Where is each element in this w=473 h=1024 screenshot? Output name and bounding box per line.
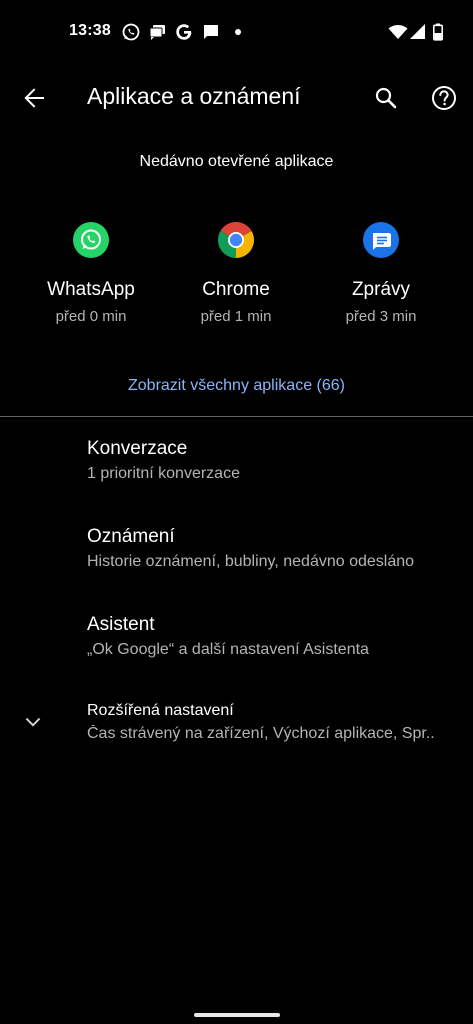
settings-item-notifications[interactable]: Oznámení Historie oznámení, bubliny, ned… (0, 512, 473, 596)
app-name: Zprávy (351, 279, 411, 300)
app-last-used: před 1 min (200, 308, 272, 325)
back-button[interactable] (14, 78, 54, 118)
battery-icon (428, 22, 448, 42)
arrow-back-icon (14, 78, 54, 118)
settings-item-conversations[interactable]: Konverzace 1 prioritní konverzace (0, 424, 473, 508)
help-button[interactable] (424, 78, 464, 118)
recent-app-whatsapp[interactable]: WhatsApp před 0 min (21, 222, 161, 325)
dot-icon (228, 22, 248, 42)
chat-notification-icon (201, 22, 221, 42)
app-name: Chrome (202, 279, 270, 300)
wifi-icon (388, 22, 408, 42)
chrome-icon (218, 222, 254, 258)
settings-item-subtitle: 1 prioritní konverzace (87, 465, 240, 482)
status-bar: 13:38 (0, 0, 473, 66)
recent-app-chrome[interactable]: Chrome před 1 min (166, 222, 306, 325)
settings-item-subtitle: Historie oznámení, bubliny, nedávno odes… (87, 553, 415, 570)
whatsapp-icon (73, 222, 109, 258)
settings-item-title: Rozšířená nastavení (87, 702, 234, 719)
help-icon (424, 78, 464, 118)
app-name: WhatsApp (47, 279, 135, 300)
settings-item-subtitle: „Ok Google“ a další nastavení Asistenta (87, 641, 369, 658)
messages-notification-icon (148, 22, 168, 42)
search-button[interactable] (366, 78, 406, 118)
settings-item-title: Oznámení (87, 526, 175, 547)
settings-item-assistant[interactable]: Asistent „Ok Google“ a další nastavení A… (0, 600, 473, 684)
section-divider (0, 416, 473, 417)
recent-apps-header: Nedávno otevřené aplikace (139, 153, 334, 170)
search-icon (366, 78, 406, 118)
page-title: Aplikace a oznámení (87, 83, 301, 109)
signal-icon (408, 22, 428, 42)
settings-item-title: Konverzace (87, 438, 188, 459)
google-notification-icon (174, 22, 194, 42)
gesture-navigation-handle[interactable] (194, 1013, 280, 1017)
whatsapp-notification-icon (121, 22, 141, 42)
chevron-down-icon (21, 710, 45, 734)
app-last-used: před 0 min (55, 308, 127, 325)
see-all-apps-link[interactable]: Zobrazit všechny aplikace (66) (0, 377, 473, 395)
status-time: 13:38 (69, 22, 111, 39)
app-bar: Aplikace a oznámení (0, 66, 473, 130)
app-last-used: před 3 min (345, 308, 417, 325)
settings-item-title: Asistent (87, 614, 155, 635)
settings-item-subtitle: Čas strávený na zařízení, Výchozí aplika… (87, 725, 435, 742)
messages-icon (363, 222, 399, 258)
settings-item-advanced[interactable]: Rozšířená nastavení Čas strávený na zaří… (0, 688, 473, 772)
recent-app-messages[interactable]: Zprávy před 3 min (311, 222, 451, 325)
